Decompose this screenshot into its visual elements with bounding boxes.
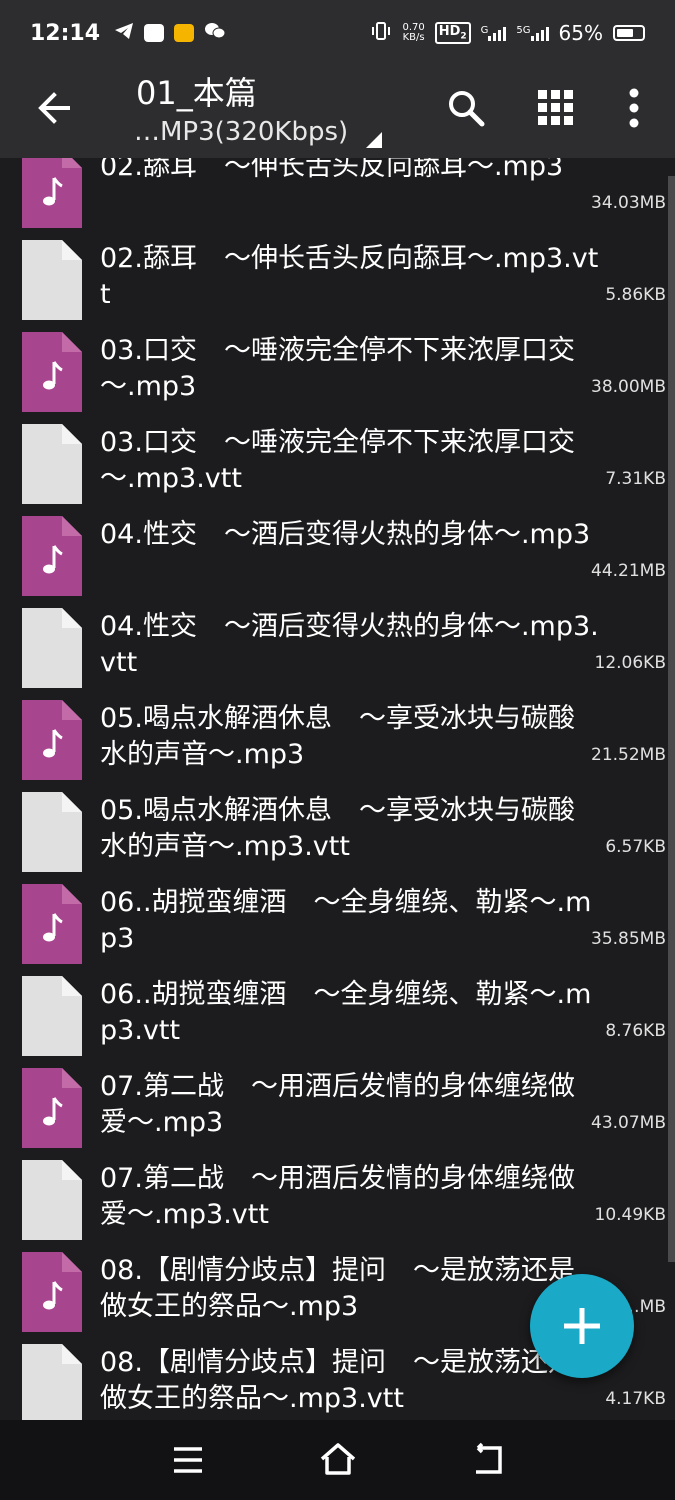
status-right: 0.70 KB/s HD2 G 5G 65% — [370, 21, 645, 45]
vibrate-icon — [370, 21, 392, 45]
file-name: 07.第二战 ～用酒后发情的身体缠绕做爱～.mp3 — [100, 1071, 575, 1138]
hd-label: HD — [438, 24, 461, 40]
text-file-icon — [22, 1160, 82, 1240]
list-item[interactable]: 07.第二战 ～用酒后发情的身体缠绕做爱～.mp3 43.07MB — [0, 1061, 668, 1153]
audio-file-icon — [22, 884, 82, 964]
page-title: 01_本篇 — [136, 74, 257, 112]
search-icon[interactable] — [442, 84, 490, 132]
text-file-icon — [22, 240, 82, 320]
file-list[interactable]: 02.舔耳 ～伸长舌头反向舔耳～.mp3 34.03MB 02.舔耳 ～伸长舌头… — [0, 158, 675, 1420]
list-item[interactable]: 05.喝点水解酒休息 ～享受冰块与碳酸水的声音～.mp3 21.52MB — [0, 693, 668, 785]
audio-file-icon — [22, 158, 82, 228]
signal-1-label: G — [480, 25, 489, 36]
text-file-icon — [22, 792, 82, 872]
hd-indicator: HD2 — [434, 22, 471, 44]
file-size: 43.07MB — [591, 1113, 666, 1133]
file-name: 02.舔耳 ～伸长舌头反向舔耳～.mp3 — [100, 158, 564, 182]
add-button[interactable] — [530, 1274, 634, 1378]
grid-view-icon[interactable] — [532, 84, 580, 132]
back-arrow-icon[interactable] — [34, 88, 74, 128]
file-name: 04.性交 ～酒后变得火热的身体～.mp3 — [100, 519, 591, 550]
status-time: 12:14 — [30, 20, 101, 46]
text-file-icon — [22, 424, 82, 504]
audio-file-icon — [22, 700, 82, 780]
mail-icon — [144, 24, 165, 42]
signal-2: 5G — [516, 25, 549, 41]
signal-2-bars-icon — [530, 25, 549, 41]
audio-file-icon — [22, 516, 82, 596]
file-name: 03.口交 ～唾液完全停不下来浓厚口交～.mp3.vtt — [100, 427, 575, 494]
path-subtitle: …MP3(320Kbps) — [134, 117, 349, 147]
file-name: 07.第二战 ～用酒后发情的身体缠绕做爱～.mp3.vtt — [100, 1163, 575, 1230]
list-item[interactable]: 06..胡搅蛮缠酒 ～全身缠绕、勒紧～.mp3 35.85MB — [0, 877, 668, 969]
file-size: 6.57KB — [605, 837, 666, 857]
list-item[interactable]: 02.舔耳 ～伸长舌头反向舔耳～.mp3 34.03MB — [0, 158, 668, 233]
audio-file-icon — [22, 332, 82, 412]
file-name: 05.喝点水解酒休息 ～享受冰块与碳酸水的声音～.mp3 — [100, 703, 575, 770]
dropdown-triangle-icon — [366, 132, 383, 148]
file-name: 05.喝点水解酒休息 ～享受冰块与碳酸水的声音～.mp3.vtt — [100, 795, 575, 862]
back-icon[interactable] — [468, 1440, 508, 1480]
file-size: 44.21MB — [591, 561, 666, 581]
nav-bar — [0, 1420, 675, 1500]
file-size: 21.52MB — [591, 745, 666, 765]
text-file-icon — [22, 608, 82, 688]
app-bar: 01_本篇 …MP3(320Kbps) — [0, 66, 675, 158]
more-vert-icon[interactable] — [610, 84, 658, 132]
file-size: 10.49KB — [594, 1205, 666, 1225]
list-item[interactable]: 07.第二战 ～用酒后发情的身体缠绕做爱～.mp3.vtt 10.49KB — [0, 1153, 668, 1245]
file-size: 12.06KB — [594, 653, 666, 673]
status-bar: 12:14 0.70 KB/s HD2 G 5G 65% — [0, 0, 675, 66]
file-name: 08.【剧情分歧点】提问 ～是放荡还是做女王的祭品～.mp3.vtt — [100, 1347, 575, 1414]
file-size: 35.85MB — [591, 929, 666, 949]
net-speed-unit: KB/s — [402, 32, 425, 43]
list-item[interactable]: 02.舔耳 ～伸长舌头反向舔耳～.mp3.vtt 5.86KB — [0, 233, 668, 325]
file-size: 7.31KB — [605, 469, 666, 489]
home-icon[interactable] — [318, 1440, 358, 1480]
list-item[interactable]: 04.性交 ～酒后变得火热的身体～.mp3 44.21MB — [0, 509, 668, 601]
text-file-icon — [22, 1344, 82, 1420]
list-item[interactable]: 05.喝点水解酒休息 ～享受冰块与碳酸水的声音～.mp3.vtt 6.57KB — [0, 785, 668, 877]
file-name: 06..胡搅蛮缠酒 ～全身缠绕、勒紧～.mp3.vtt — [100, 979, 592, 1046]
wechat-icon — [204, 22, 226, 45]
signal-1-bars-icon — [488, 25, 507, 41]
file-name: 02.舔耳 ～伸长舌头反向舔耳～.mp3.vtt — [100, 243, 599, 310]
file-size: 4.17KB — [605, 1389, 666, 1409]
telegram-icon — [114, 22, 134, 45]
file-size: 8.76KB — [605, 1021, 666, 1041]
audio-file-icon — [22, 1068, 82, 1148]
menu-icon[interactable] — [168, 1440, 208, 1480]
list-item[interactable]: 06..胡搅蛮缠酒 ～全身缠绕、勒紧～.mp3.vtt 8.76KB — [0, 969, 668, 1061]
file-size: 38.00MB — [591, 377, 666, 397]
text-file-icon — [22, 976, 82, 1056]
battery-icon — [613, 25, 645, 41]
list-item[interactable]: 03.口交 ～唾液完全停不下来浓厚口交～.mp3.vtt 7.31KB — [0, 417, 668, 509]
net-speed: 0.70 KB/s — [402, 23, 424, 43]
list-item[interactable]: 03.口交 ～唾液完全停不下来浓厚口交～.mp3 38.00MB — [0, 325, 668, 417]
file-name: 03.口交 ～唾液完全停不下来浓厚口交～.mp3 — [100, 335, 575, 402]
battery-fill — [617, 29, 633, 37]
file-name: 06..胡搅蛮缠酒 ～全身缠绕、勒紧～.mp3 — [100, 887, 592, 954]
app-icon — [174, 24, 195, 42]
file-size: 34.03MB — [591, 193, 666, 213]
hd-sub: 2 — [460, 31, 467, 42]
file-size: 5.86KB — [605, 285, 666, 305]
list-scrollbar[interactable] — [668, 176, 675, 1262]
signal-1: G — [481, 25, 507, 41]
path-dropdown[interactable]: …MP3(320Kbps) — [134, 116, 383, 148]
signal-2-label: 5G — [516, 25, 531, 36]
list-item[interactable]: 04.性交 ～酒后变得火热的身体～.mp3.vtt 12.06KB — [0, 601, 668, 693]
file-name: 08.【剧情分歧点】提问 ～是放荡还是做女王的祭品～.mp3 — [100, 1255, 575, 1322]
battery-percent: 65% — [558, 21, 603, 45]
audio-file-icon — [22, 1252, 82, 1332]
file-name: 04.性交 ～酒后变得火热的身体～.mp3.vtt — [100, 611, 599, 678]
add-icon — [564, 1308, 600, 1344]
